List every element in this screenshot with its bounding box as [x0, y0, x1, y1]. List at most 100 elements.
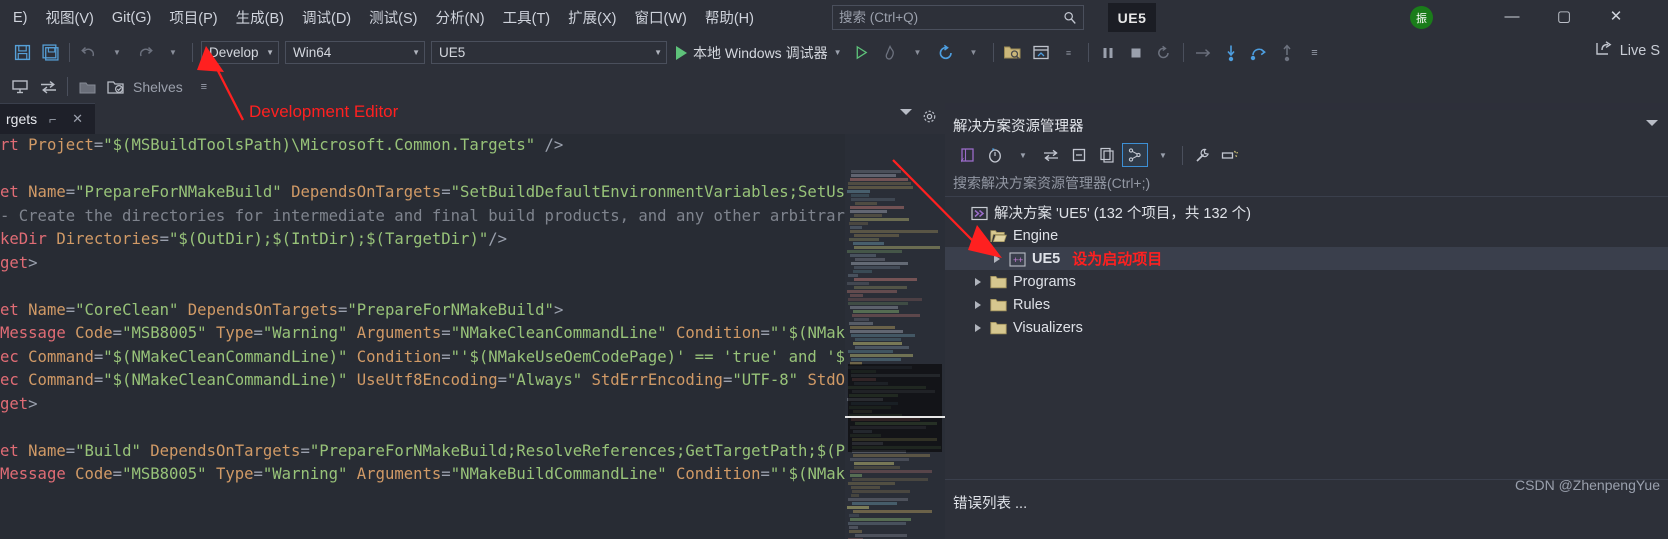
minimap-row: [850, 254, 877, 257]
tree-item-rules[interactable]: Rules: [945, 293, 1668, 316]
save-all-icon[interactable]: [37, 40, 63, 66]
menu-window[interactable]: 窗口(W): [625, 3, 695, 32]
chevron-right-icon[interactable]: [970, 297, 986, 313]
search-input[interactable]: [839, 10, 1063, 25]
close-icon[interactable]: ✕: [68, 110, 87, 129]
break-all-icon[interactable]: [1095, 40, 1121, 66]
restart-icon[interactable]: [1151, 40, 1177, 66]
code-line: ec Command="$(NMakeCleanCommandLine)" Us…: [0, 369, 845, 393]
undo-dropdown-icon[interactable]: ▼: [104, 40, 130, 66]
menu-build[interactable]: 生成(B): [227, 3, 293, 32]
pin-icon[interactable]: ⌐: [43, 110, 62, 129]
menu-debug[interactable]: 调试(D): [293, 3, 360, 32]
menu-help[interactable]: 帮助(H): [696, 3, 763, 32]
menu-view[interactable]: 视图(V): [37, 3, 103, 32]
code-token: Arguments: [356, 324, 442, 342]
chevron-right-icon[interactable]: [989, 251, 1005, 267]
tree-item-visualizers[interactable]: Visualizers: [945, 316, 1668, 339]
open-folder-search-icon[interactable]: [1000, 40, 1026, 66]
tree-item-engine[interactable]: Engine: [945, 224, 1668, 247]
code-token: >: [28, 253, 38, 272]
chevron-down-icon[interactable]: ▼: [834, 48, 842, 57]
menu-file[interactable]: E): [4, 6, 37, 30]
document-tab-targets[interactable]: rgets ⌐ ✕: [0, 103, 96, 134]
shelves-overflow-icon[interactable]: ≡: [191, 74, 217, 100]
toolbar-separator-4: [1087, 43, 1089, 62]
chevron-down-icon[interactable]: [970, 228, 986, 244]
chevron-right-icon[interactable]: [970, 274, 986, 290]
window-layout-dropdown-icon[interactable]: ≡: [1056, 40, 1082, 66]
menu-extensions[interactable]: 扩展(X): [559, 3, 625, 32]
code-token: StdErrEncoding: [591, 371, 723, 389]
minimize-button[interactable]: —: [1490, 0, 1534, 32]
solution-configuration-combo[interactable]: Develop ▼: [201, 41, 279, 64]
minimap-viewport[interactable]: [848, 364, 942, 452]
window-layout-icon[interactable]: [1028, 40, 1054, 66]
workspaces-icon[interactable]: [7, 74, 33, 100]
tree-item-ue5[interactable]: + + UE5 设为启动项目: [945, 247, 1668, 270]
chevron-down-icon[interactable]: [1646, 120, 1658, 126]
code-token: =: [338, 300, 348, 319]
code-token: =: [112, 465, 123, 483]
solution-platform-combo[interactable]: Win64 ▼: [285, 41, 425, 64]
shelve-icon[interactable]: [102, 74, 128, 100]
start-without-debugging-icon[interactable]: [849, 40, 875, 66]
undo-icon[interactable]: [76, 40, 102, 66]
redo-dropdown-icon[interactable]: ▼: [160, 40, 186, 66]
menu-test[interactable]: 测试(S): [360, 3, 426, 32]
maximize-button[interactable]: ▢: [1542, 0, 1586, 32]
live-share-button[interactable]: Live S: [1595, 40, 1660, 61]
solution-explorer-search[interactable]: [945, 170, 1668, 197]
code-editor[interactable]: rt Project="$(MSBuildToolsPath)\Microsof…: [0, 134, 845, 539]
error-list-label[interactable]: 错误列表 ...: [953, 492, 1027, 513]
hot-reload-dropdown-icon[interactable]: ▼: [905, 40, 931, 66]
preview-selected-items-icon[interactable]: [1217, 143, 1243, 167]
redo-icon[interactable]: [132, 40, 158, 66]
tree-item--ue5-132-132-[interactable]: 解决方案 'UE5' (132 个项目，共 132 个): [945, 201, 1668, 224]
startup-project-value: UE5: [439, 45, 466, 60]
stop-debugging-icon[interactable]: [1123, 40, 1149, 66]
unshelve-icon[interactable]: [74, 74, 100, 100]
hot-reload-icon[interactable]: [877, 40, 903, 66]
sync-with-active-document-icon[interactable]: [1038, 143, 1064, 167]
collapse-all-icon[interactable]: [1066, 143, 1092, 167]
step-out-icon[interactable]: [1274, 40, 1300, 66]
pending-changes-dropdown-icon[interactable]: ▼: [1010, 143, 1036, 167]
properties-icon[interactable]: [1189, 143, 1215, 167]
editor-settings-icon[interactable]: [922, 109, 937, 129]
tree-item-label: Visualizers: [1013, 319, 1083, 336]
solution-search-input[interactable]: [945, 175, 1668, 191]
step-over-icon[interactable]: [1246, 40, 1272, 66]
refresh-dropdown-icon[interactable]: ▼: [961, 40, 987, 66]
menu-git[interactable]: Git(G): [103, 6, 160, 30]
show-all-files-icon[interactable]: [1094, 143, 1120, 167]
start-debugging-button[interactable]: 本地 Windows 调试器 ▼: [670, 39, 848, 66]
tab-list-dropdown-icon[interactable]: [900, 109, 912, 115]
pending-changes-icon[interactable]: [982, 143, 1008, 167]
toolbar-overflow-icon[interactable]: ≡: [1302, 40, 1328, 66]
sync-icon[interactable]: [35, 74, 61, 100]
close-button[interactable]: ✕: [1594, 0, 1638, 32]
global-search-box[interactable]: [832, 5, 1084, 30]
step-into-icon[interactable]: [1218, 40, 1244, 66]
menu-tools[interactable]: 工具(T): [494, 3, 560, 32]
menu-project[interactable]: 项目(P): [160, 3, 226, 32]
save-icon[interactable]: [9, 40, 35, 66]
menu-analyze[interactable]: 分析(N): [426, 3, 493, 32]
refresh-icon[interactable]: [933, 40, 959, 66]
code-token: get: [0, 253, 29, 272]
minimap[interactable]: [845, 134, 945, 539]
show-next-statement-icon[interactable]: [1190, 40, 1216, 66]
tree-item-programs[interactable]: Programs: [945, 270, 1668, 293]
code-token: et: [0, 183, 29, 201]
solution-explorer-tree[interactable]: 解决方案 'UE5' (132 个项目，共 132 个) Engine + + UE5 设…: [945, 197, 1668, 479]
avatar[interactable]: 振: [1410, 6, 1433, 29]
code-map-icon[interactable]: [954, 143, 980, 167]
solution-view-toggle-icon[interactable]: [1122, 143, 1148, 167]
startup-project-combo[interactable]: UE5 ▼: [431, 41, 667, 64]
solution-view-dropdown-icon[interactable]: ▼: [1150, 143, 1176, 167]
code-token: =: [93, 136, 104, 154]
chevron-right-icon[interactable]: [970, 320, 986, 336]
